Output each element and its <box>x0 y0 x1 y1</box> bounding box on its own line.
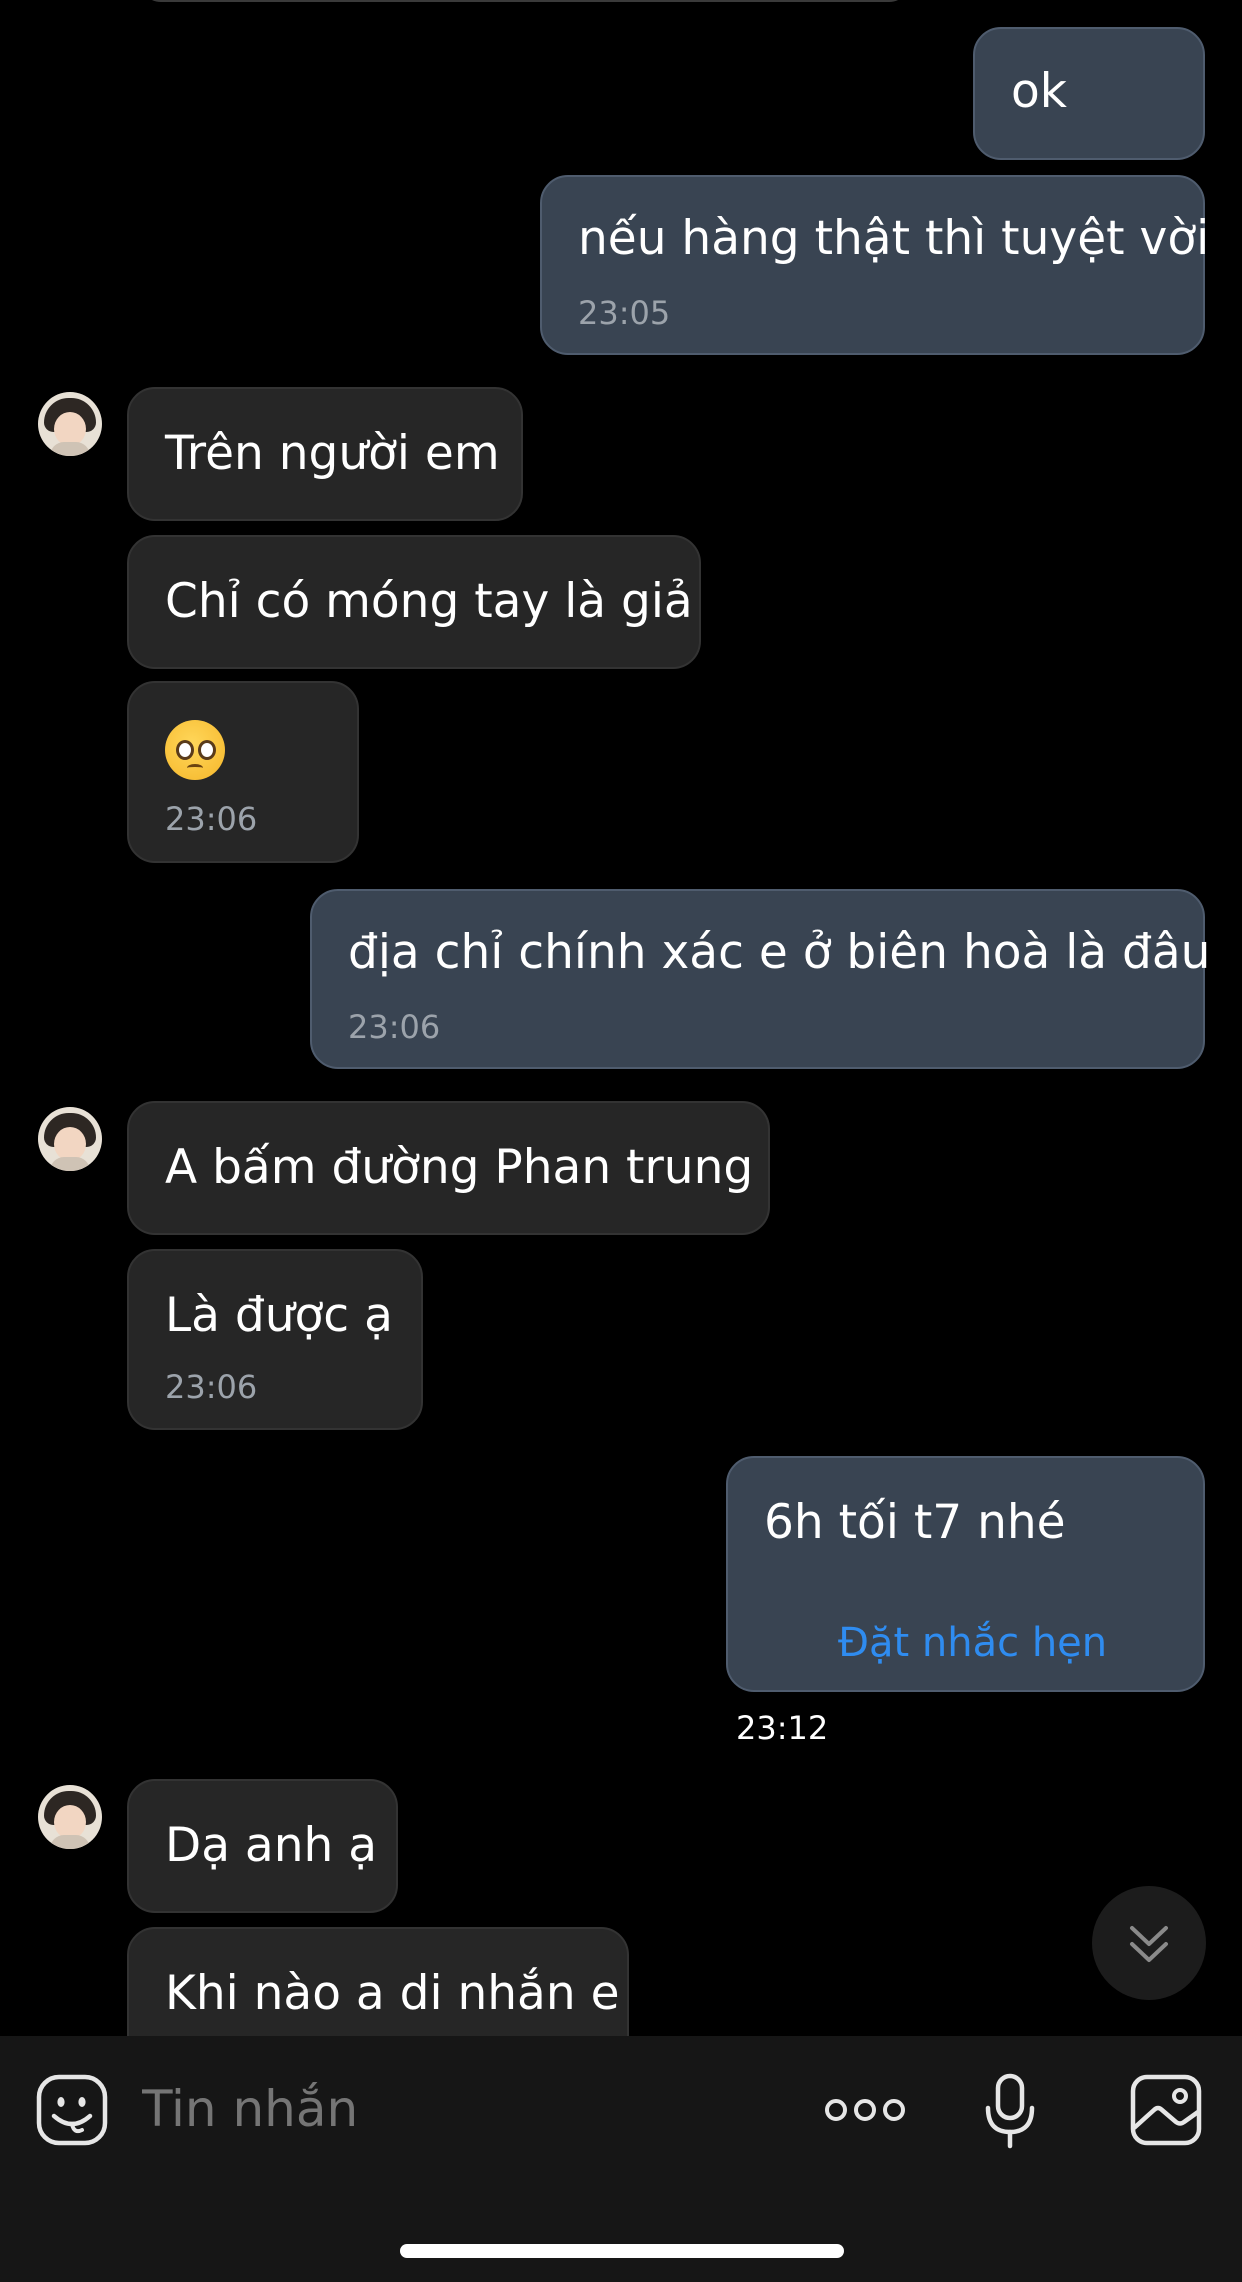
message-input[interactable] <box>142 2078 702 2140</box>
incoming-message[interactable]: Dạ anh ạ <box>127 1779 398 1913</box>
message-text: ok <box>1011 64 1067 119</box>
message-bubble-partial <box>140 0 910 2</box>
contact-avatar[interactable] <box>38 1785 102 1849</box>
set-reminder-link[interactable]: Đặt nhắc hẹn <box>838 1618 1107 1668</box>
message-time: 23:06 <box>165 800 258 838</box>
message-text: Khi nào a di nhắn e <box>165 1966 620 2021</box>
message-text: Là được ạ <box>165 1288 393 1343</box>
message-text: Trên người em <box>165 426 500 481</box>
message-time: 23:12 <box>736 1709 829 1747</box>
pleading-face-emoji <box>165 720 225 780</box>
outgoing-message[interactable]: nếu hàng thật thì tuyệt vời 23:05 <box>540 175 1209 355</box>
image-picker-button[interactable] <box>1128 2072 1204 2148</box>
image-icon <box>1130 2074 1202 2146</box>
sticker-button[interactable] <box>34 2072 110 2148</box>
message-text: Chỉ có móng tay là giả <box>165 574 693 629</box>
more-options-button[interactable] <box>818 2090 914 2130</box>
message-text: Dạ anh ạ <box>165 1818 378 1873</box>
message-text: nếu hàng thật thì tuyệt vời <box>578 211 1210 266</box>
outgoing-message[interactable]: địa chỉ chính xác e ở biên hoà là đâu 23… <box>310 889 1210 1069</box>
message-text: 6h tối t7 nhé <box>764 1495 1066 1550</box>
incoming-message[interactable]: Chỉ có móng tay là giả <box>127 535 701 669</box>
contact-avatar[interactable] <box>38 392 102 456</box>
home-indicator[interactable] <box>400 2244 844 2258</box>
more-icon <box>825 2099 905 2121</box>
sticker-icon <box>36 2074 108 2146</box>
double-chevron-down-icon <box>1130 1926 1168 1962</box>
incoming-message[interactable]: Là được ạ 23:06 <box>127 1249 423 1430</box>
message-list[interactable]: ok nếu hàng thật thì tuyệt vời 23:05 Trê… <box>0 0 1242 2036</box>
scroll-to-bottom-button[interactable] <box>1092 1886 1206 2000</box>
outgoing-message[interactable]: ok <box>973 27 1205 160</box>
outgoing-message[interactable]: 6h tối t7 nhé Đặt nhắc hẹn <box>726 1456 1205 1692</box>
message-time: 23:05 <box>578 294 671 332</box>
message-time: 23:06 <box>165 1368 258 1406</box>
incoming-message[interactable]: A bấm đường Phan trung <box>127 1101 770 1235</box>
voice-message-button[interactable] <box>980 2072 1040 2152</box>
incoming-message[interactable]: 23:06 <box>127 681 359 863</box>
incoming-message[interactable]: Trên người em <box>127 387 523 521</box>
message-time: 23:06 <box>348 1008 441 1046</box>
microphone-icon <box>985 2073 1035 2149</box>
message-text: A bấm đường Phan trung <box>165 1140 754 1195</box>
message-text: địa chỉ chính xác e ở biên hoà là đâu <box>348 925 1211 980</box>
incoming-message[interactable]: Khi nào a di nhắn e <box>127 1927 629 2036</box>
contact-avatar[interactable] <box>38 1107 102 1171</box>
